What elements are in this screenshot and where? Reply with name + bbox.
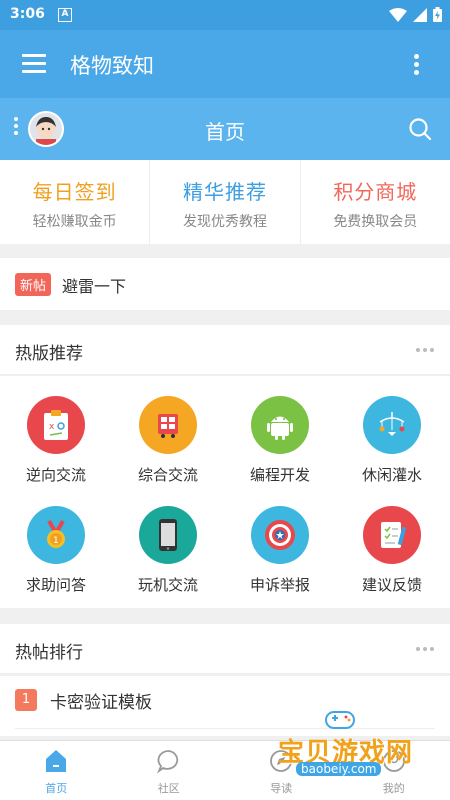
- quick-subtitle: 免费换取会员: [333, 214, 418, 230]
- system-icons: [389, 7, 442, 22]
- forum-item-help[interactable]: 1 求助问答: [0, 506, 112, 595]
- compass-icon: [270, 750, 293, 772]
- more-vert-icon[interactable]: [414, 54, 420, 76]
- status-time: 3:06: [10, 6, 45, 22]
- tab-me[interactable]: 我的: [338, 741, 450, 800]
- featured-button[interactable]: 精华推荐 发现优秀教程: [150, 160, 301, 244]
- tab-label: 社区: [157, 782, 180, 795]
- chat-icon: [156, 750, 178, 774]
- section-title: 热帖排行: [15, 643, 83, 663]
- divider: [15, 728, 435, 729]
- forum-item-appeal[interactable]: 申诉举报: [224, 506, 336, 595]
- quick-title: 积分商城: [333, 180, 418, 204]
- app-title: 格物致知: [70, 54, 154, 78]
- tab-label: 首页: [45, 782, 68, 795]
- app-bar: 格物致知: [0, 30, 450, 98]
- forum-label: 休闲灌水: [361, 466, 422, 484]
- phone-icon: [139, 506, 197, 564]
- new-post-notice[interactable]: 新帖 避雷一下: [0, 258, 450, 310]
- hot-sections-header: 热版推荐: [0, 325, 450, 375]
- forum-label: 申诉举报: [249, 576, 310, 594]
- home-header: 首页: [0, 98, 450, 160]
- shield-icon: [251, 506, 309, 564]
- svg-text:x: x: [49, 422, 55, 432]
- status-bar: 3:06 A: [0, 0, 450, 30]
- wifi-icon: [389, 7, 407, 22]
- bottom-tab-bar: 首页 社区 导读 我的: [0, 740, 450, 800]
- forum-item-chat[interactable]: 休闲灌水: [336, 396, 448, 485]
- forum-label: 求助问答: [25, 576, 86, 594]
- battery-icon: [433, 7, 442, 22]
- notification-a-icon: A: [58, 8, 72, 22]
- clipboard-icon: x: [27, 396, 85, 454]
- home-icon: [46, 750, 67, 772]
- forum-item-device[interactable]: 玩机交流: [112, 506, 224, 595]
- forum-item-reverse[interactable]: x 逆向交流: [0, 396, 112, 485]
- tab-label: 导读: [270, 782, 293, 795]
- daily-checkin-button[interactable]: 每日签到 轻松赚取金币: [0, 160, 151, 244]
- forum-label: 玩机交流: [137, 576, 198, 594]
- tab-label: 我的: [382, 782, 405, 795]
- forum-item-programming[interactable]: 编程开发: [224, 396, 336, 485]
- forum-label: 综合交流: [137, 466, 198, 484]
- section-title: 热版推荐: [15, 344, 83, 364]
- page-title: 首页: [205, 120, 245, 144]
- android-icon: [251, 396, 309, 454]
- quick-subtitle: 发现优秀教程: [182, 214, 267, 230]
- quick-title: 每日签到: [32, 180, 117, 204]
- medal-icon: 1: [27, 506, 85, 564]
- hot-post-list: 1 卡密验证模板: [0, 676, 450, 736]
- svg-text:1: 1: [53, 536, 59, 546]
- tab-guide[interactable]: 导读: [225, 741, 338, 800]
- search-icon[interactable]: [408, 117, 432, 145]
- mobile-toy-icon: [363, 396, 421, 454]
- bus-icon: [139, 396, 197, 454]
- forum-label: 逆向交流: [25, 466, 86, 484]
- more-horiz-icon[interactable]: [416, 647, 434, 651]
- menu-icon[interactable]: [22, 54, 46, 74]
- notice-text: 避雷一下: [62, 277, 127, 296]
- user-icon: [382, 750, 405, 772]
- forum-item-feedback[interactable]: 建议反馈: [336, 506, 448, 595]
- forum-grid: x 逆向交流 综合交流 编程开发 休闲灌水 1 求助问答 玩机交流 申诉举报 建…: [0, 376, 450, 608]
- signal-icon: [413, 7, 427, 22]
- more-horiz-icon[interactable]: [416, 348, 434, 352]
- quick-subtitle: 轻松赚取金币: [32, 214, 117, 230]
- points-mall-button[interactable]: 积分商城 免费换取会员: [301, 160, 450, 244]
- quick-actions: 每日签到 轻松赚取金币 精华推荐 发现优秀教程 积分商城 免费换取会员: [0, 160, 450, 244]
- tab-home[interactable]: 首页: [0, 741, 113, 800]
- notebook-icon: [363, 506, 421, 564]
- new-badge: 新帖: [15, 273, 52, 296]
- hot-posts-header: 热帖排行: [0, 624, 450, 674]
- quick-title: 精华推荐: [182, 180, 267, 204]
- rank-badge: 1: [15, 689, 37, 711]
- forum-label: 建议反馈: [361, 576, 422, 594]
- post-title: 卡密验证模板: [50, 693, 152, 713]
- forum-item-general[interactable]: 综合交流: [112, 396, 224, 485]
- forum-label: 编程开发: [249, 466, 310, 484]
- tab-community[interactable]: 社区: [113, 741, 226, 800]
